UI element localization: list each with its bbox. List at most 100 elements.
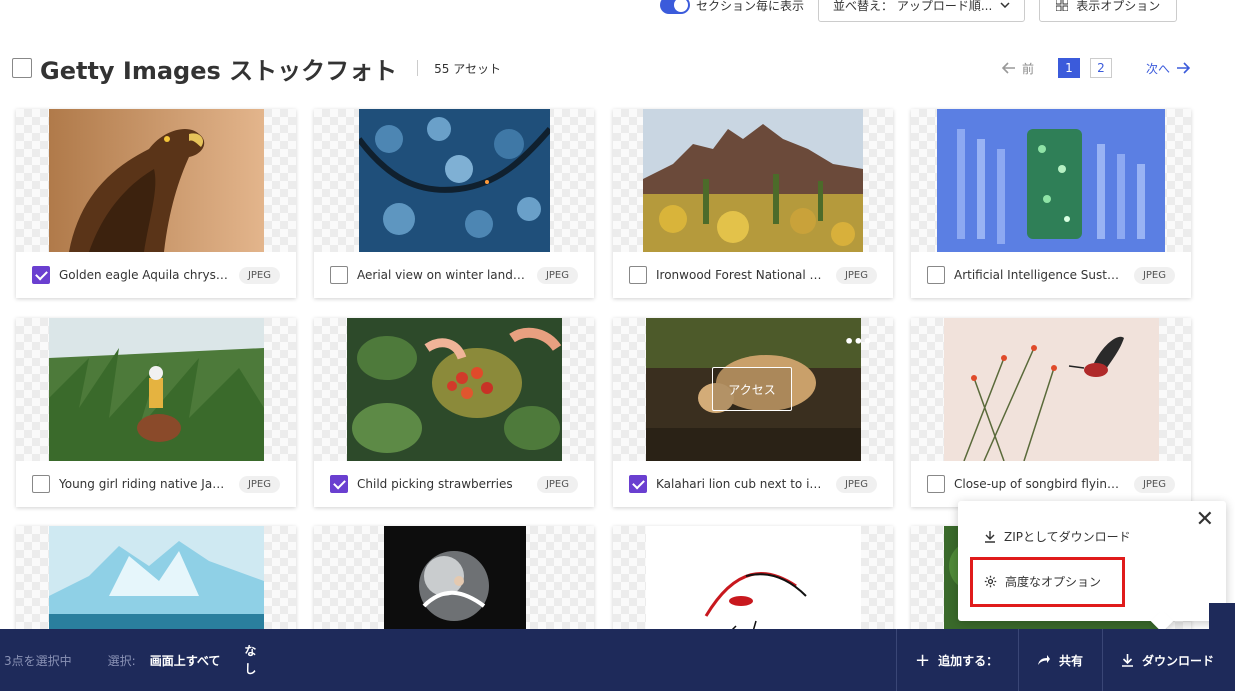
download-zip-label: ZIPとしてダウンロード	[1004, 530, 1131, 544]
asset-name[interactable]: Child picking strawberries	[357, 477, 527, 491]
asset-card[interactable]: Ironwood Forest National M... JPEG	[613, 109, 893, 298]
asset-card[interactable]: Aerial view on winter landsc... JPEG	[314, 109, 594, 298]
asset-checkbox[interactable]	[629, 475, 647, 493]
asset-thumbnail-area[interactable]	[314, 109, 594, 252]
asset-card[interactable]: Young girl riding native Jap... JPEG	[16, 318, 296, 507]
songbird-image	[944, 318, 1159, 461]
arrow-right-icon	[1177, 62, 1190, 74]
next-page-label: 次へ	[1145, 61, 1170, 76]
sort-label: 並べ替え： アップロード順...	[833, 0, 993, 13]
page-1-button[interactable]: 1	[1057, 58, 1080, 78]
format-badge: JPEG	[238, 475, 280, 493]
asset-checkbox[interactable]	[330, 475, 348, 493]
access-button[interactable]: アクセス	[712, 367, 792, 411]
asset-checkbox[interactable]	[927, 475, 945, 493]
asset-card-footer: Young girl riding native Jap... JPEG	[16, 461, 296, 507]
format-badge: JPEG	[536, 475, 578, 493]
asset-name[interactable]: Young girl riding native Jap...	[59, 477, 229, 491]
asset-count: 55 アセット	[434, 61, 502, 76]
page-2-button[interactable]: 2	[1089, 58, 1112, 78]
section-toggle-switch[interactable]	[660, 0, 690, 14]
top-controls: セクション毎に表示 並べ替え： アップロード順... 表示オプション	[660, 0, 1178, 22]
view-options-button[interactable]: 表示オプション	[1039, 0, 1178, 22]
asset-thumbnail-area[interactable]	[16, 318, 296, 461]
select-none-link[interactable]: なし	[244, 642, 258, 678]
winter-aerial-image	[359, 109, 550, 252]
asset-checkbox[interactable]	[330, 266, 348, 284]
asset-name[interactable]: Golden eagle Aquila chrysa...	[59, 268, 229, 282]
download-button[interactable]: ダウンロード	[1102, 629, 1235, 691]
format-badge: JPEG	[835, 266, 877, 284]
share-button[interactable]: 共有	[1018, 629, 1102, 691]
download-zip-option[interactable]: ZIPとしてダウンロード	[984, 528, 1131, 545]
asset-checkbox[interactable]	[927, 266, 945, 284]
ai-sustainability-image	[937, 109, 1165, 252]
eagle-image	[49, 109, 264, 252]
title-divider	[417, 60, 419, 76]
format-badge: JPEG	[835, 475, 877, 493]
download-icon	[1122, 654, 1133, 667]
asset-checkbox[interactable]	[629, 266, 647, 284]
asset-collection-page: セクション毎に表示 並べ替え： アップロード順... 表示オプション Getty…	[0, 0, 1235, 691]
section-toggle-label: セクション毎に表示	[696, 0, 805, 13]
side-panel-edge	[1209, 603, 1235, 629]
add-to-button[interactable]: + 追加する：	[896, 629, 1018, 691]
highlight-box	[970, 557, 1125, 607]
asset-thumbnail-area[interactable]	[911, 109, 1191, 252]
asset-name[interactable]: Close-up of songbird flying ...	[954, 477, 1124, 491]
asset-name[interactable]: Kalahari lion cub next to its ...	[656, 477, 826, 491]
asset-card-footer: Golden eagle Aquila chrysa... JPEG	[16, 252, 296, 298]
download-label: ダウンロード	[1142, 653, 1215, 668]
more-options-icon[interactable]: •••	[844, 332, 873, 351]
select-all-on-screen-link[interactable]: 画面上すべて	[150, 652, 221, 669]
next-page-button[interactable]: 次へ	[1146, 60, 1190, 77]
asset-name[interactable]: Artificial Intelligence Sustai...	[954, 268, 1124, 282]
format-badge: JPEG	[1133, 266, 1175, 284]
collection-header: Getty Images ストックフォト 55 アセット 前 1 2 次へ	[12, 50, 1190, 86]
asset-card[interactable]: Child picking strawberries JPEG	[314, 318, 594, 507]
chevron-down-icon	[1000, 2, 1010, 8]
arrow-left-icon	[1001, 62, 1015, 74]
asset-card-footer: Aerial view on winter landsc... JPEG	[314, 252, 594, 298]
plus-icon: +	[915, 649, 931, 671]
asset-thumbnail-area[interactable]	[16, 109, 296, 252]
format-badge: JPEG	[1133, 475, 1175, 493]
share-label: 共有	[1059, 653, 1084, 668]
asset-card[interactable]: Artificial Intelligence Sustai... JPEG	[911, 109, 1191, 298]
format-badge: JPEG	[536, 266, 578, 284]
view-options-label: 表示オプション	[1076, 0, 1161, 13]
asset-card-footer: Artificial Intelligence Sustai... JPEG	[911, 252, 1191, 298]
section-toggle-control[interactable]: セクション毎に表示	[660, 0, 804, 14]
asset-card[interactable]: Golden eagle Aquila chrysa... JPEG	[16, 109, 296, 298]
asset-card[interactable]: Close-up of songbird flying ... JPEG	[911, 318, 1191, 507]
asset-card-hovered[interactable]: ••• アクセス Kalahari lion cub next to its .…	[613, 318, 893, 507]
asset-name[interactable]: Aerial view on winter landsc...	[357, 268, 527, 282]
asset-thumbnail-area[interactable]	[613, 109, 893, 252]
download-icon	[985, 531, 995, 543]
share-arrow-icon	[1038, 655, 1050, 665]
pagination: 前 1 2 次へ	[1001, 58, 1190, 78]
prev-page-button[interactable]: 前	[1001, 60, 1034, 77]
prev-page-label: 前	[1021, 61, 1034, 76]
asset-card-footer: Ironwood Forest National M... JPEG	[613, 252, 893, 298]
girl-riding-image	[49, 318, 264, 461]
asset-card-footer: Child picking strawberries JPEG	[314, 461, 594, 507]
select-label: 選択:	[107, 653, 136, 668]
format-badge: JPEG	[238, 266, 280, 284]
sort-dropdown[interactable]: 並べ替え： アップロード順...	[818, 0, 1026, 22]
asset-checkbox[interactable]	[32, 266, 50, 284]
bar-actions: + 追加する： 共有 ダウンロード	[896, 629, 1235, 691]
select-all-checkbox[interactable]	[12, 58, 32, 78]
grid-icon	[1056, 0, 1069, 11]
strawberries-image	[347, 318, 562, 461]
asset-thumbnail-area[interactable]	[314, 318, 594, 461]
asset-card-footer: Kalahari lion cub next to its ... JPEG	[613, 461, 893, 507]
asset-thumbnail-area[interactable]	[911, 318, 1191, 461]
page-title: Getty Images ストックフォト	[40, 56, 398, 85]
selected-count: 3点を選択中	[4, 653, 72, 668]
asset-thumbnail-area[interactable]: ••• アクセス	[613, 318, 893, 461]
asset-name[interactable]: Ironwood Forest National M...	[656, 268, 826, 282]
selection-action-bar: 3点を選択中 選択: 画面上すべて なし + 追加する： 共有 ダウンロード	[0, 629, 1235, 691]
close-icon[interactable]: ✕	[1196, 507, 1214, 532]
asset-checkbox[interactable]	[32, 475, 50, 493]
